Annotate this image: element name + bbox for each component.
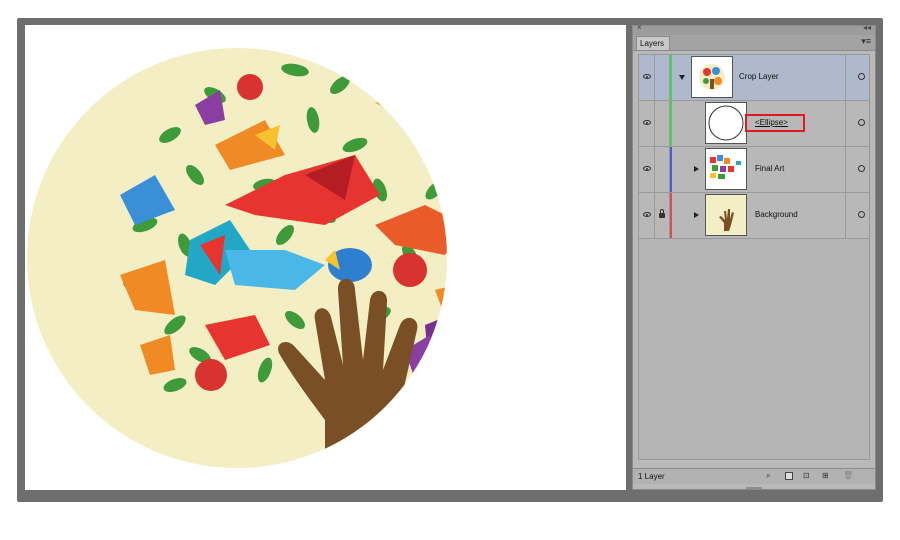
new-sublayer-icon[interactable]: ⊡	[803, 472, 811, 480]
lock-toggle[interactable]	[655, 193, 670, 238]
layers-list: Crop Layer <Ellipse> Final Art Backgroun…	[638, 54, 870, 460]
lock-toggle[interactable]	[655, 101, 670, 146]
make-clipping-mask-icon[interactable]	[785, 472, 793, 480]
locate-object-icon[interactable]: ⌕	[766, 472, 774, 480]
visibility-toggle[interactable]	[639, 55, 655, 100]
layer-thumbnail	[705, 194, 747, 236]
close-icon[interactable]: ×	[637, 23, 642, 32]
layer-color-bar	[670, 101, 672, 146]
eye-icon	[643, 74, 651, 79]
expand-triangle-icon[interactable]	[679, 75, 685, 80]
layers-panel: × ◂◂ Layers ▾≡ Crop Layer <Ellipse> Fina…	[632, 23, 876, 490]
visibility-toggle[interactable]	[639, 101, 655, 146]
layer-row-ellipse[interactable]: <Ellipse>	[639, 101, 869, 147]
eye-icon	[643, 166, 651, 171]
lock-toggle[interactable]	[655, 55, 670, 100]
layer-row-final-art[interactable]: Final Art	[639, 147, 869, 193]
lock-icon	[659, 209, 665, 218]
layer-color-bar	[670, 193, 672, 238]
target-circle-icon[interactable]	[858, 211, 865, 218]
visibility-toggle[interactable]	[639, 147, 655, 192]
target-circle-icon[interactable]	[858, 73, 865, 80]
new-layer-icon[interactable]: ⊞	[822, 472, 830, 480]
panel-title-bar[interactable]: × ◂◂	[633, 23, 875, 35]
layer-thumbnail	[705, 102, 747, 144]
tree-artwork	[27, 48, 447, 468]
collapse-panel-icon[interactable]: ◂◂	[863, 23, 871, 32]
layer-row-background[interactable]: Background	[639, 193, 869, 239]
expand-triangle-icon[interactable]	[694, 212, 699, 218]
panel-menu-icon[interactable]: ▾≡	[861, 36, 871, 47]
layer-thumbnail	[691, 56, 733, 98]
tab-layers[interactable]: Layers	[636, 36, 670, 50]
eye-icon	[643, 120, 651, 125]
delete-layer-icon[interactable]: 🗑	[843, 472, 853, 480]
panel-tab-bar: Layers ▾≡	[633, 35, 875, 51]
visibility-toggle[interactable]	[639, 193, 655, 238]
layer-thumbnail	[705, 148, 747, 190]
highlight-box	[745, 114, 805, 132]
layer-color-bar	[670, 147, 672, 192]
resize-grip[interactable]	[746, 487, 762, 489]
layer-name[interactable]: Crop Layer	[739, 72, 779, 81]
expand-triangle-icon[interactable]	[694, 166, 699, 172]
layer-row-crop-layer[interactable]: Crop Layer	[639, 55, 869, 101]
target-circle-icon[interactable]	[858, 165, 865, 172]
layer-count: 1 Layer	[638, 472, 665, 481]
lock-toggle[interactable]	[655, 147, 670, 192]
panel-footer: 1 Layer ⌕ ⊡ ⊞ 🗑	[633, 468, 875, 484]
eye-icon	[643, 212, 651, 217]
layer-color-bar	[670, 55, 672, 100]
layer-name[interactable]: Background	[755, 210, 798, 219]
artboard[interactable]	[25, 25, 626, 490]
target-circle-icon[interactable]	[858, 119, 865, 126]
layer-name[interactable]: Final Art	[755, 164, 784, 173]
